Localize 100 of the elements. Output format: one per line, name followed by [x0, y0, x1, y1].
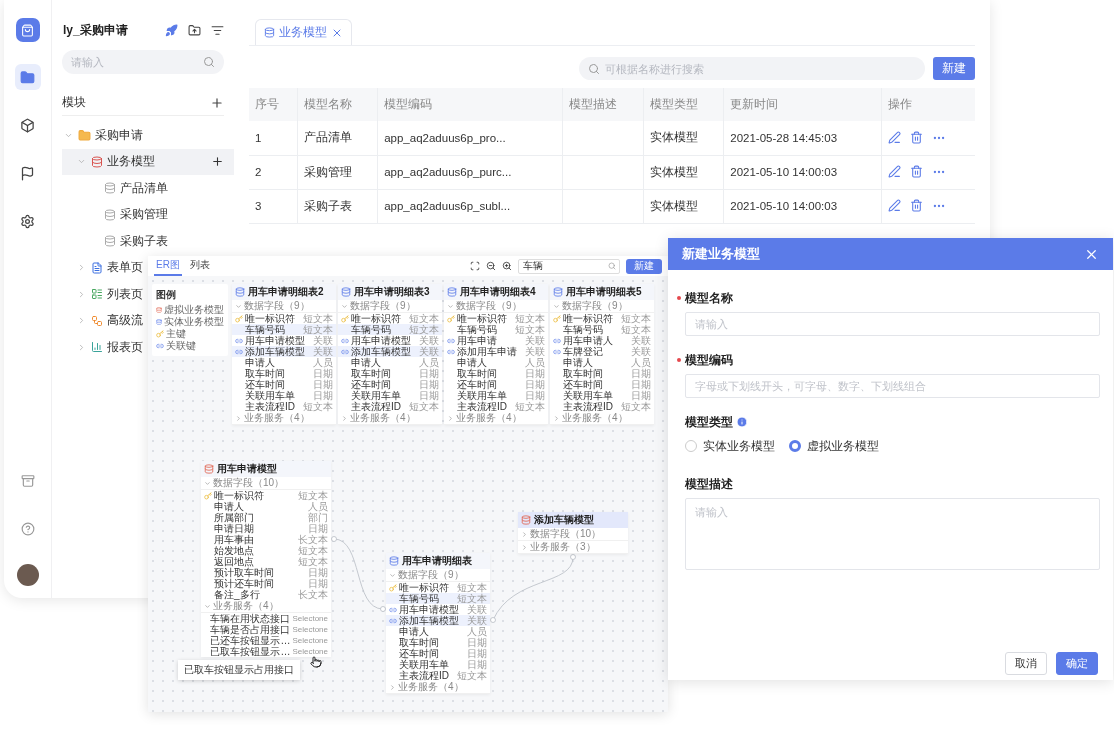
entity-card[interactable]: 用车申请模型 数据字段（10） 唯一标识符 短文本 申请人 人员 所属部门 部门 申请日期 日期 用车事由 长文本 始发地点 短文本 返回地点 短文本 预计取车时间 日期 预计还车时间 日期 备注_多行 长文本 业务服务（4） 车辆在用状态接口 Selectone 车辆是否占用接口 Selectone 已还车按钮显示… Selectone 已取车按钮显示… Selectone — [201, 461, 331, 657]
edit-icon[interactable] — [888, 199, 902, 212]
entity-card[interactable]: 用车申请明细表 数据字段（9） 唯一标识符 短文本 车辆号码 短文本 用车申请模型 关联 添加车辆模型 关联 申请人 人员 取车时间 日期 还车时间 日期 关联用车单 日期 主表流程ID 短文本 业务服务（4） — [386, 553, 490, 694]
field-row[interactable]: 预计还车时间 日期 — [201, 578, 331, 589]
new-button[interactable]: 新建 — [933, 57, 975, 80]
field-row[interactable]: 申请人 人员 — [338, 357, 442, 368]
field-row[interactable]: 申请人 人员 — [201, 501, 331, 512]
tree-item[interactable]: 报表页 — [62, 334, 143, 361]
tab[interactable]: 列表 — [187, 256, 212, 276]
field-row[interactable]: 添加用车申请 关联 — [444, 346, 548, 357]
field-row[interactable]: 唯一标识符 短文本 — [232, 313, 336, 324]
section-header[interactable]: 数据字段（9） — [338, 300, 442, 313]
field-row[interactable]: 申请日期 日期 — [201, 523, 331, 534]
field-row[interactable]: 所属部门 部门 — [201, 512, 331, 523]
radio-button[interactable] — [685, 440, 697, 452]
tree-item[interactable]: 表单页 — [62, 254, 143, 281]
confirm-button[interactable]: 确定 — [1056, 652, 1098, 675]
tree-item[interactable]: 采购子表 — [62, 228, 168, 255]
field-row[interactable]: 车辆号码 短文本 — [232, 324, 336, 335]
zoom-out-icon[interactable] — [486, 261, 496, 271]
radio-button[interactable] — [789, 440, 801, 452]
entity-card[interactable]: 用车申请明细表4 数据字段（9） 唯一标识符 短文本 车辆号码 短文本 用车申请 关联 添加用车申请 关联 申请人 人员 取车时间 日期 还车时间 日期 关联用车单 日期 主表流程ID 短文本 业务服务（4） — [444, 284, 548, 425]
field-row[interactable]: 申请人 人员 — [550, 357, 654, 368]
tree-item[interactable]: 高级流 — [62, 307, 143, 334]
field-row[interactable]: 车辆号码 短文本 — [338, 324, 442, 335]
field-row[interactable]: 车辆号码 短文本 — [550, 324, 654, 335]
field-row[interactable]: 主表流程ID 短文本 — [232, 401, 336, 412]
field-row[interactable]: 用车申请模型 关联 — [232, 335, 336, 346]
avatar[interactable] — [16, 564, 39, 586]
field-row[interactable]: 主表流程ID 短文本 — [338, 401, 442, 412]
section-header[interactable]: 数据字段（10） — [201, 477, 331, 490]
section-header[interactable]: 业务服务（3） — [518, 541, 628, 554]
section-header[interactable]: 数据字段（9） — [550, 300, 654, 313]
service-row[interactable]: 已取车按钮显示… Selectone — [201, 646, 331, 657]
field-row[interactable]: 还车时间 日期 — [550, 379, 654, 390]
section-header[interactable]: 业务服务（4） — [338, 412, 442, 425]
field-row[interactable]: 唯一标识符 短文本 — [386, 582, 490, 593]
field-row[interactable]: 备注_多行 长文本 — [201, 589, 331, 600]
field-row[interactable]: 关联用车单 日期 — [550, 390, 654, 401]
delete-icon[interactable] — [910, 199, 924, 212]
tree-item[interactable]: 采购申请 — [62, 122, 143, 149]
field-row[interactable]: 添加车辆模型 关联 — [386, 615, 490, 626]
tree-item[interactable]: 采购管理 — [62, 201, 168, 228]
section-header[interactable]: 数据字段（9） — [444, 300, 548, 313]
section-header[interactable]: 业务服务（4） — [444, 412, 548, 425]
field-row[interactable]: 车牌登记 关联 — [550, 346, 654, 357]
search-field[interactable]: 车辆 — [518, 258, 620, 274]
service-row[interactable]: 车辆在用状态接口 Selectone — [201, 613, 331, 624]
field-row[interactable]: 取车时间 日期 — [386, 637, 490, 648]
delete-icon[interactable] — [910, 165, 924, 178]
field-row[interactable]: 关联用车单 日期 — [338, 390, 442, 401]
section-header[interactable]: 业务服务（4） — [386, 681, 490, 694]
section-header[interactable]: 数据字段（9） — [232, 300, 336, 313]
tree-item[interactable]: 业务模型 — [62, 148, 234, 175]
tree-item[interactable]: 列表页 — [62, 281, 143, 308]
help-icon[interactable] — [20, 522, 35, 536]
folder-upload-icon[interactable] — [188, 23, 201, 37]
field-row[interactable]: 主表流程ID 短文本 — [386, 670, 490, 681]
entity-card[interactable]: 用车申请明细表5 数据字段（9） 唯一标识符 短文本 车辆号码 短文本 用车申请人 关联 车牌登记 关联 申请人 人员 取车时间 日期 还车时间 日期 关联用车单 日期 主表流程ID 短文本 业务服务（4） — [550, 284, 654, 425]
rocket-icon[interactable] — [165, 23, 178, 37]
entity-card[interactable]: 用车申请明细表2 数据字段（9） 唯一标识符 短文本 车辆号码 短文本 用车申请模型 关联 添加车辆模型 关联 申请人 人员 取车时间 日期 还车时间 日期 关联用车单 日期 主表流程ID 短文本 业务服务（4） — [232, 284, 336, 425]
field-row[interactable]: 还车时间 日期 — [444, 379, 548, 390]
field-row[interactable]: 用车申请人 关联 — [550, 335, 654, 346]
field-row[interactable]: 取车时间 日期 — [338, 368, 442, 379]
edit-icon[interactable] — [888, 130, 902, 144]
field-row[interactable]: 唯一标识符 短文本 — [201, 490, 331, 501]
field-row[interactable]: 取车时间 日期 — [232, 368, 336, 379]
field-row[interactable]: 申请人 人员 — [444, 357, 548, 368]
field-row[interactable]: 车辆号码 短文本 — [386, 593, 490, 604]
field-row[interactable]: 返回地点 短文本 — [201, 556, 331, 567]
field-row[interactable]: 还车时间 日期 — [232, 379, 336, 390]
section-header[interactable]: 数据字段（10） — [518, 528, 628, 541]
field-row[interactable]: 还车时间 日期 — [386, 648, 490, 659]
service-row[interactable]: 车辆是否占用接口 Selectone — [201, 624, 331, 635]
field-row[interactable]: 用车事由 长文本 — [201, 534, 331, 545]
fit-view-icon[interactable] — [470, 261, 480, 271]
service-row[interactable]: 已还车按钮显示… Selectone — [201, 635, 331, 646]
add-icon[interactable] — [211, 155, 224, 169]
field-row[interactable]: 申请人 人员 — [386, 626, 490, 637]
section-header[interactable]: 数据字段（9） — [386, 569, 490, 582]
tab[interactable]: 业务模型 — [255, 19, 352, 45]
field-row[interactable]: 取车时间 日期 — [444, 368, 548, 379]
field-row[interactable]: 关联用车单 日期 — [444, 390, 548, 401]
field-row[interactable]: 主表流程ID 短文本 — [550, 401, 654, 412]
field-row[interactable]: 申请人 人员 — [232, 357, 336, 368]
new-button[interactable]: 新建 — [626, 258, 662, 274]
field-row[interactable]: 车辆号码 短文本 — [444, 324, 548, 335]
zoom-in-icon[interactable] — [502, 261, 512, 271]
field-row[interactable]: 唯一标识符 短文本 — [444, 313, 548, 324]
field-row[interactable]: 唯一标识符 短文本 — [550, 313, 654, 324]
section-header[interactable]: 业务服务（4） — [201, 600, 331, 613]
section-header[interactable]: 业务服务（4） — [550, 412, 654, 425]
radio-option[interactable]: 实体业务模型 — [685, 438, 775, 454]
field-row[interactable]: 用车申请 关联 — [444, 335, 548, 346]
field-row[interactable]: 关联用车单 日期 — [232, 390, 336, 401]
info-icon[interactable] — [736, 416, 748, 428]
entity-card[interactable]: 用车申请明细表3 数据字段（9） 唯一标识符 短文本 车辆号码 短文本 用车申请模型 关联 添加车辆模型 关联 申请人 人员 取车时间 日期 还车时间 日期 关联用车单 日期 主表流程ID 短文本 业务服务（4） — [338, 284, 442, 425]
cancel-button[interactable]: 取消 — [1005, 652, 1047, 675]
app-logo[interactable] — [15, 18, 40, 42]
entity-card[interactable]: 添加车辆模型 数据字段（10） 业务服务（3） — [518, 512, 628, 554]
